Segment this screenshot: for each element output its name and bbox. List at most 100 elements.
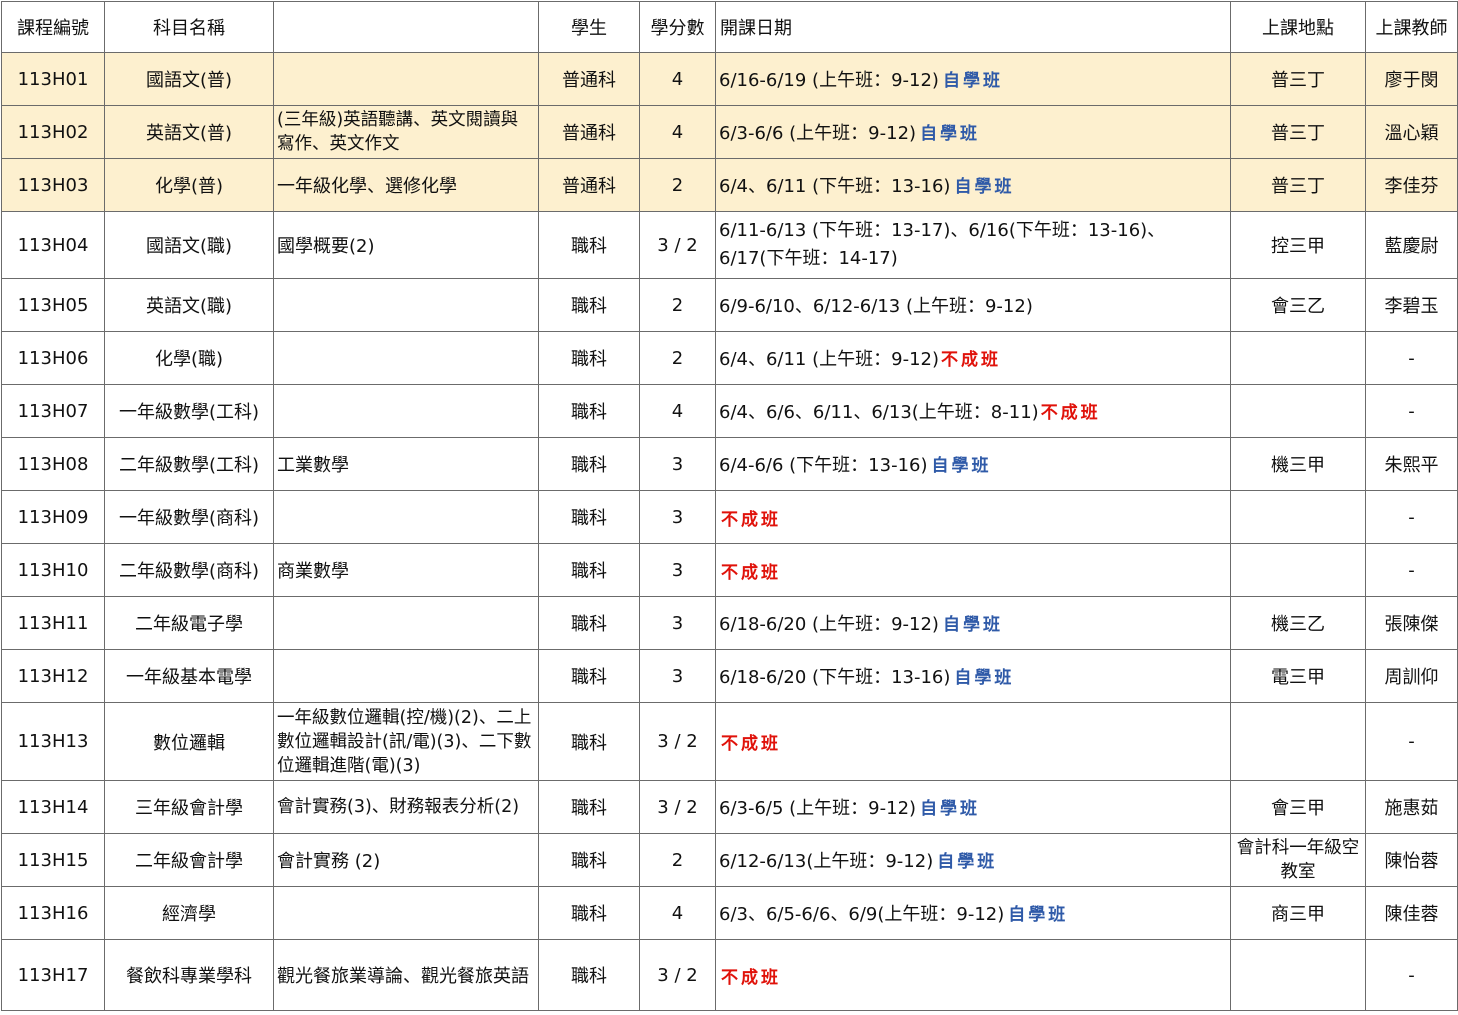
subject-name-cell: 二年級電子學 — [104, 596, 274, 650]
header-code: 課程編號 — [1, 1, 105, 53]
table-row: 113H07 一年級數學(工科) 職科 4 6/4、6/6、6/11、6/13(上午班：… — [1, 384, 1458, 438]
students-cell: 職科 — [538, 833, 640, 887]
date-cell: 不成班 — [715, 702, 1231, 781]
subject-name-cell: 餐飲科專業學科 — [104, 939, 274, 1011]
date-cell: 6/4-6/6 (下午班：13-16) 自學班 — [715, 437, 1231, 491]
teacher-cell: 張陳傑 — [1365, 596, 1458, 650]
course-code-cell: 113H15 — [1, 833, 105, 887]
subject-name-cell: 英語文(普) — [104, 105, 274, 159]
location-cell: 機三甲 — [1230, 437, 1366, 491]
course-code-cell: 113H05 — [1, 278, 105, 332]
location-cell — [1230, 543, 1366, 597]
credits-cell: 3 / 2 — [639, 780, 716, 834]
table-row: 113H12 一年級基本電學 職科 3 6/18-6/20 (下午班：13-16) 自學班… — [1, 649, 1458, 703]
teacher-cell: - — [1365, 939, 1458, 1011]
subject-content-cell — [273, 384, 539, 438]
teacher-cell: 李碧玉 — [1365, 278, 1458, 332]
course-code-cell: 113H09 — [1, 490, 105, 544]
table-row: 113H04 國語文(職) 國學概要(2) 職科 3 / 2 6/11-6/13 (下午班… — [1, 211, 1458, 279]
cancelled-tag: 不成班 — [721, 967, 781, 988]
subject-content-cell — [273, 331, 539, 385]
table-row: 113H01 國語文(普) 普通科 4 6/16-6/19 (上午班：9-12) 自學班普… — [1, 52, 1458, 106]
cancelled-tag: 不成班 — [721, 509, 781, 530]
subject-name-cell: 化學(職) — [104, 331, 274, 385]
course-code-cell: 113H07 — [1, 384, 105, 438]
students-cell: 職科 — [538, 939, 640, 1011]
students-cell: 職科 — [538, 780, 640, 834]
students-cell: 職科 — [538, 490, 640, 544]
course-code-cell: 113H16 — [1, 886, 105, 940]
subject-content-cell — [273, 490, 539, 544]
location-cell: 普三丁 — [1230, 52, 1366, 106]
location-cell: 會計科一年級空教室 — [1230, 833, 1366, 887]
table-row: 113H15 二年級會計學 會計實務 (2) 職科 2 6/12-6/13(上午班：9-1… — [1, 833, 1458, 887]
subject-content-cell — [273, 886, 539, 940]
location-cell — [1230, 939, 1366, 1011]
self-study-tag: 自學班 — [954, 177, 1015, 197]
credits-cell: 3 — [639, 596, 716, 650]
subject-name-cell: 經濟學 — [104, 886, 274, 940]
subject-content-cell: 會計實務(3)、財務報表分析(2) — [273, 780, 539, 834]
subject-name-cell: 一年級基本電學 — [104, 649, 274, 703]
subject-content-cell: 國學概要(2) — [273, 211, 539, 279]
self-study-tag: 自學班 — [942, 615, 1003, 635]
location-cell — [1230, 490, 1366, 544]
self-study-tag: 自學班 — [920, 799, 981, 819]
date-cell: 6/4、6/11 (上午班：9-12) 不成班 — [715, 331, 1231, 385]
teacher-cell: - — [1365, 490, 1458, 544]
course-code-cell: 113H01 — [1, 52, 105, 106]
date-text: 6/4、6/11 (下午班：13-16) — [719, 176, 951, 197]
table-row: 113H09 一年級數學(商科) 職科 3 不成班 - — [1, 490, 1458, 544]
teacher-cell: - — [1365, 384, 1458, 438]
date-cell: 6/16-6/19 (上午班：9-12) 自學班 — [715, 52, 1231, 106]
date-text: 6/4、6/11 (上午班：9-12) — [719, 349, 940, 370]
subject-content-cell — [273, 596, 539, 650]
table-row: 113H05 英語文(職) 職科 2 6/9-6/10、6/12-6/13 (上午班：9… — [1, 278, 1458, 332]
students-cell: 職科 — [538, 596, 640, 650]
table-row: 113H16 經濟學 職科 4 6/3、6/5-6/6、6/9(上午班：9-12) 自學班… — [1, 886, 1458, 940]
date-cell: 6/4、6/11 (下午班：13-16) 自學班 — [715, 158, 1231, 212]
subject-name-cell: 英語文(職) — [104, 278, 274, 332]
location-cell: 機三乙 — [1230, 596, 1366, 650]
subject-name-cell: 一年級數學(商科) — [104, 490, 274, 544]
table-row: 113H08 二年級數學(工科) 工業數學 職科 3 6/4-6/6 (下午班：13-16… — [1, 437, 1458, 491]
date-cell: 6/12-6/13(上午班：9-12) 自學班 — [715, 833, 1231, 887]
students-cell: 職科 — [538, 331, 640, 385]
course-code-cell: 113H04 — [1, 211, 105, 279]
subject-content-cell: 一年級化學、選修化學 — [273, 158, 539, 212]
credits-cell: 4 — [639, 886, 716, 940]
date-cell: 6/4、6/6、6/11、6/13(上午班：8-11) 不成班 — [715, 384, 1231, 438]
date-text: 6/12-6/13(上午班：9-12) — [719, 851, 934, 872]
location-cell: 普三丁 — [1230, 158, 1366, 212]
course-code-cell: 113H02 — [1, 105, 105, 159]
header-date: 開課日期 — [715, 1, 1231, 53]
teacher-cell: - — [1365, 331, 1458, 385]
date-cell: 6/18-6/20 (下午班：13-16) 自學班 — [715, 649, 1231, 703]
date-cell: 不成班 — [715, 543, 1231, 597]
subject-content-cell — [273, 278, 539, 332]
credits-cell: 3 — [639, 649, 716, 703]
students-cell: 職科 — [538, 649, 640, 703]
cancelled-tag: 不成班 — [1040, 403, 1101, 423]
date-cell: 6/11-6/13 (下午班：13-17)、6/16(下午班：13-16)、6/… — [715, 211, 1231, 279]
date-text: 6/18-6/20 (下午班：13-16) — [719, 667, 951, 688]
header-location: 上課地點 — [1230, 1, 1366, 53]
date-text: 6/16-6/19 (上午班：9-12) — [719, 70, 939, 91]
table-row: 113H10 二年級數學(商科) 商業數學 職科 3 不成班 - — [1, 543, 1458, 597]
self-study-tag: 自學班 — [942, 71, 1003, 91]
course-code-cell: 113H17 — [1, 939, 105, 1011]
self-study-tag: 自學班 — [954, 668, 1015, 688]
course-code-cell: 113H06 — [1, 331, 105, 385]
credits-cell: 4 — [639, 52, 716, 106]
students-cell: 職科 — [538, 543, 640, 597]
date-cell: 6/3-6/6 (上午班：9-12) 自學班 — [715, 105, 1231, 159]
location-cell: 電三甲 — [1230, 649, 1366, 703]
date-text: 6/9-6/10、6/12-6/13 (上午班：9-12) — [719, 296, 1033, 317]
header-students: 學生 — [538, 1, 640, 53]
students-cell: 職科 — [538, 702, 640, 781]
subject-name-cell: 二年級數學(商科) — [104, 543, 274, 597]
students-cell: 職科 — [538, 211, 640, 279]
subject-content-cell — [273, 649, 539, 703]
subject-name-cell: 化學(普) — [104, 158, 274, 212]
date-cell: 不成班 — [715, 490, 1231, 544]
